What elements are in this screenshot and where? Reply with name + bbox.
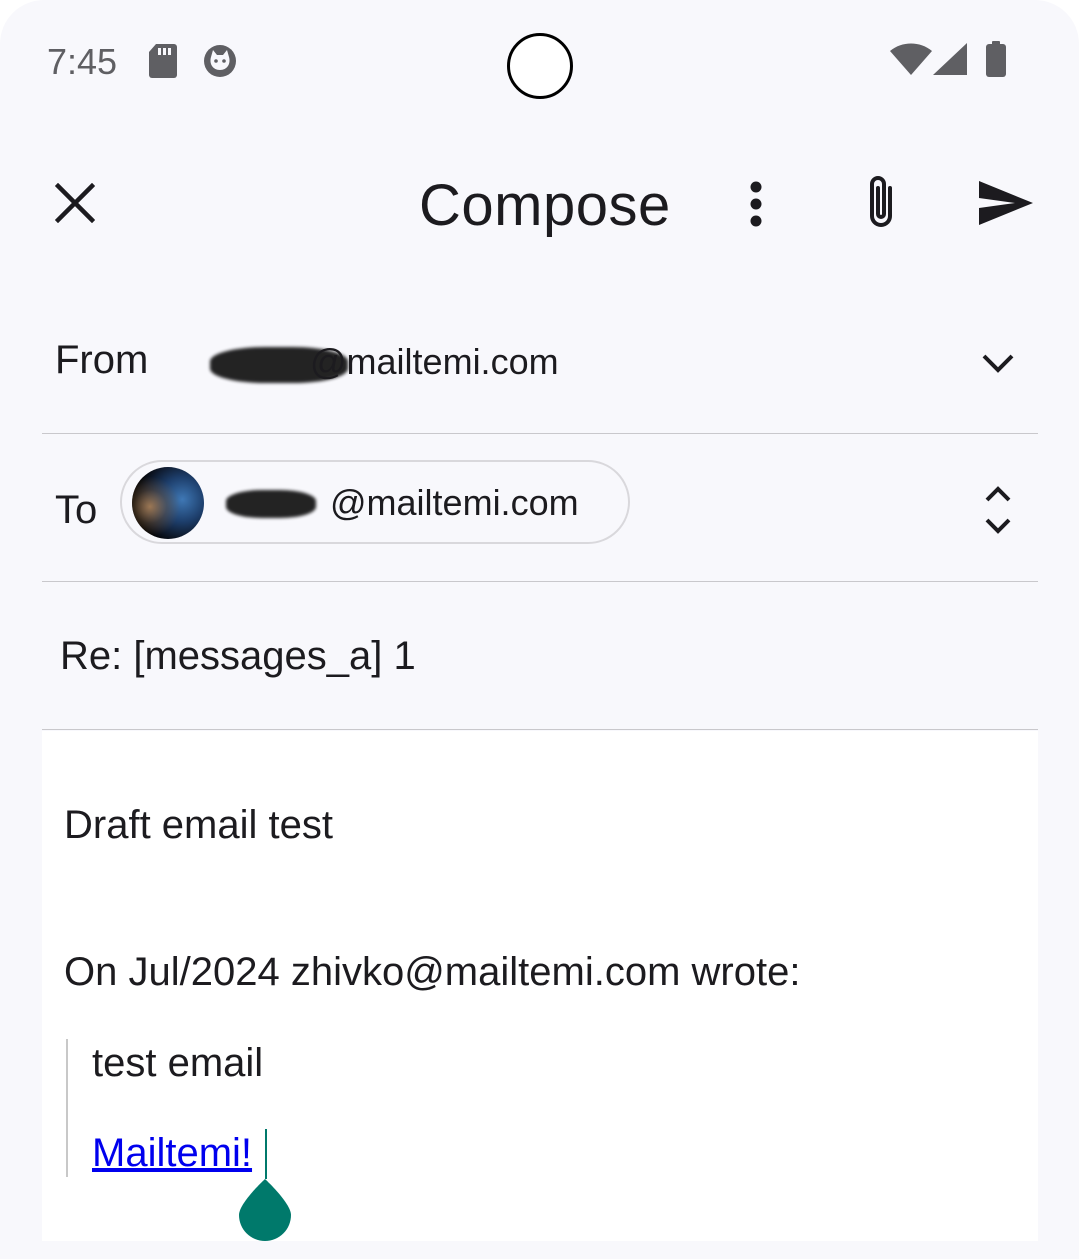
subject-input[interactable]: Re: [messages_a] 1	[60, 634, 416, 679]
camera-cutout	[507, 33, 573, 99]
recipient-email: @mailtemi.com	[330, 482, 579, 523]
close-icon	[55, 183, 95, 223]
cell-signal-icon	[933, 43, 967, 80]
cat-notification-icon	[203, 44, 237, 83]
quote-divider	[66, 1039, 68, 1177]
chevron-down-icon	[982, 354, 1014, 373]
from-email[interactable]: @mailtemi.com	[310, 341, 559, 383]
more-options-button[interactable]	[728, 172, 784, 236]
send-button[interactable]	[972, 172, 1040, 234]
more-vert-icon	[750, 181, 762, 227]
from-row: From @mailtemi.com	[42, 287, 1038, 434]
message-body-editor[interactable]: Draft email test On Jul/2024 zhivko@mail…	[42, 731, 1038, 1241]
avatar	[132, 467, 204, 539]
battery-icon	[985, 41, 1007, 82]
mailtemi-link[interactable]: Mailtemi!	[92, 1131, 252, 1176]
compose-screen: 7:45 Compose From @mailtemi.com To @mail…	[0, 0, 1079, 1259]
recipient-chip[interactable]: @mailtemi.com	[120, 460, 630, 544]
cursor-handle[interactable]	[238, 1179, 292, 1241]
from-dropdown-button[interactable]	[970, 335, 1026, 391]
quoted-text: test email	[92, 1041, 264, 1085]
status-bar: 7:45	[0, 0, 1079, 125]
send-icon	[979, 181, 1033, 225]
to-row: To @mailtemi.com	[42, 434, 1038, 582]
draft-text: Draft email test	[64, 803, 333, 847]
top-app-bar: Compose	[0, 150, 1079, 260]
unfold-icon	[985, 486, 1011, 534]
status-time: 7:45	[47, 41, 118, 82]
wifi-icon	[890, 43, 932, 80]
close-button[interactable]	[44, 172, 106, 234]
expand-recipients-button[interactable]	[970, 478, 1026, 542]
subject-row: Re: [messages_a] 1	[42, 582, 1038, 730]
redaction-scribble	[226, 490, 316, 518]
quote-header: On Jul/2024 zhivko@mailtemi.com wrote:	[64, 950, 801, 994]
attach-button[interactable]	[850, 168, 912, 238]
page-title: Compose	[419, 173, 671, 238]
from-label: From	[55, 338, 149, 382]
sd-card-icon	[148, 44, 178, 83]
text-cursor	[265, 1129, 267, 1179]
to-label: To	[55, 488, 98, 532]
attach-icon	[870, 176, 892, 227]
